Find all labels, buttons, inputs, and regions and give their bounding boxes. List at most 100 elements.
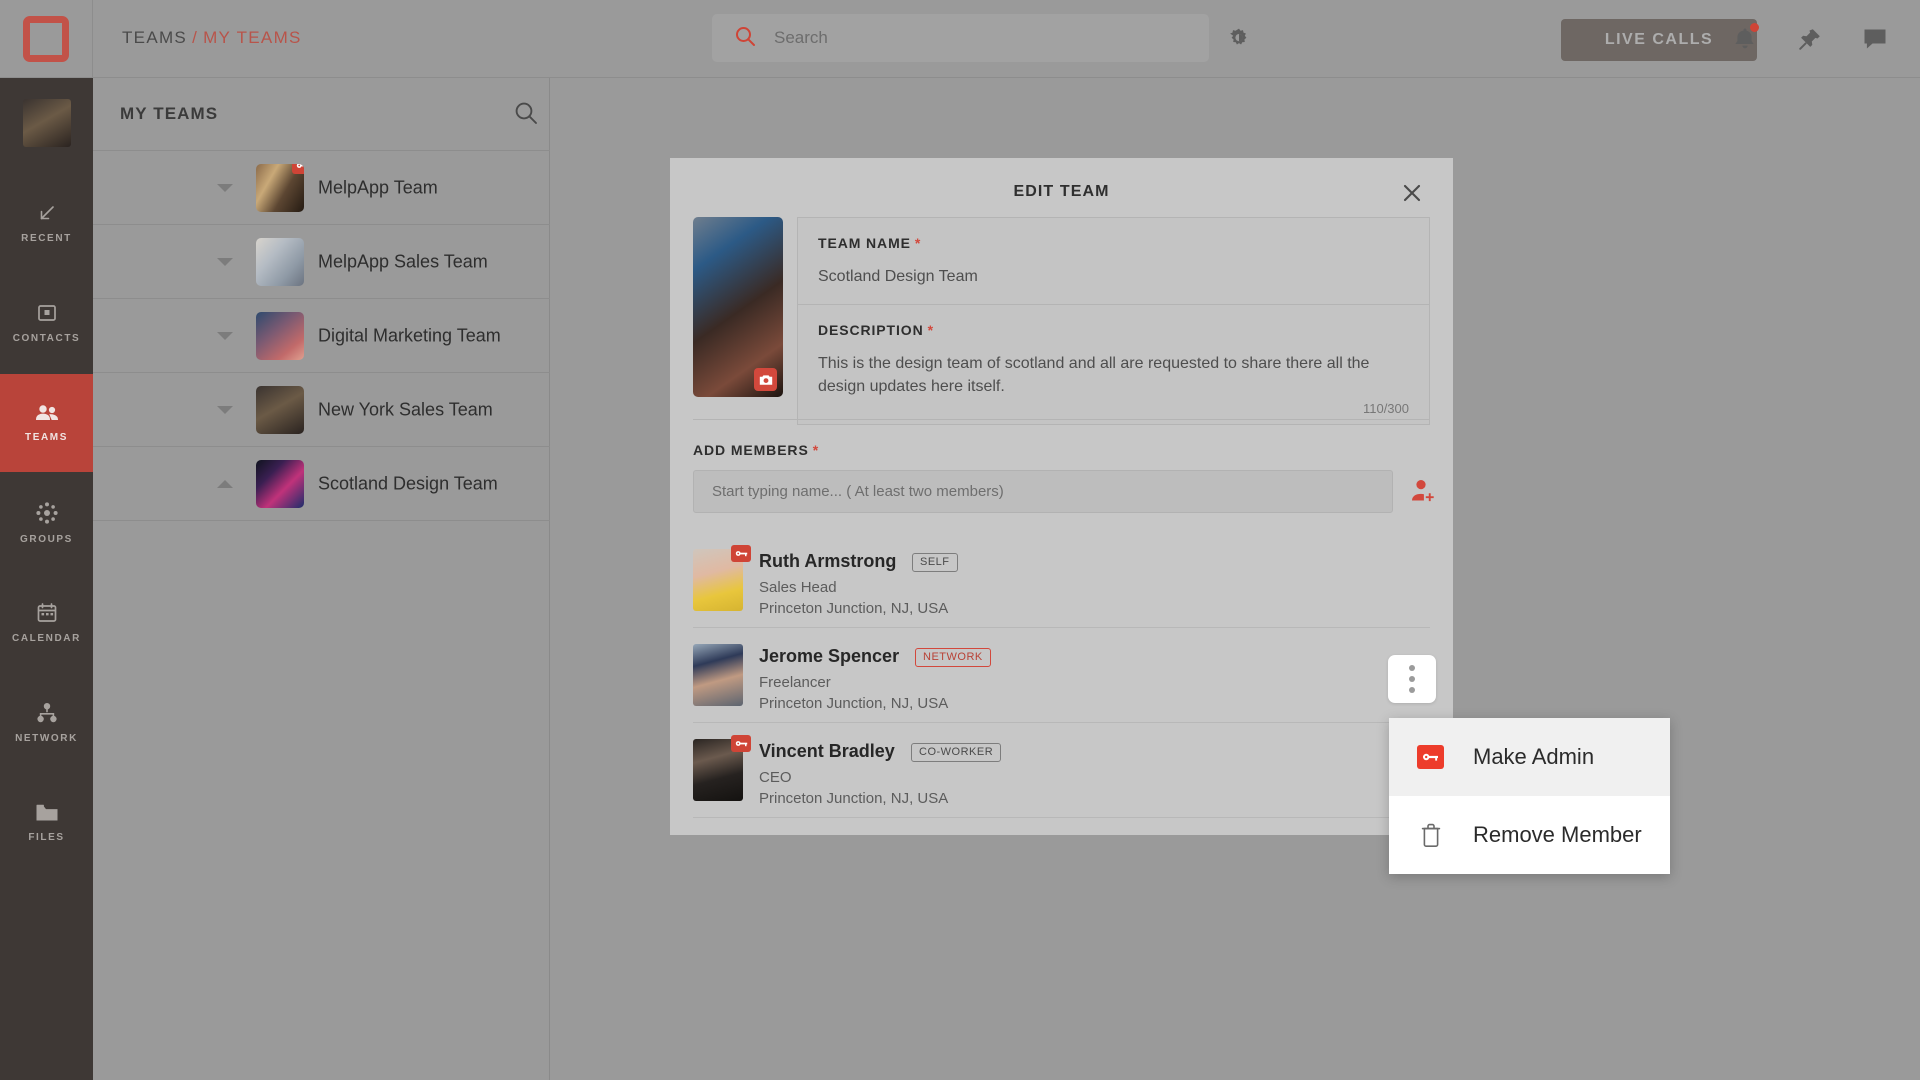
team-name-label: New York Sales Team	[318, 399, 493, 419]
breadcrumb-root[interactable]: TEAMS	[122, 28, 187, 47]
panel-header: MY TEAMS	[93, 78, 615, 151]
application-window: TEAMS/MY TEAMS LIVE CALLS	[0, 0, 1920, 1080]
team-list-item[interactable]: MelpApp Team	[93, 151, 618, 225]
add-person-icon[interactable]	[1408, 476, 1438, 506]
sidebar-item-recent[interactable]: RECENT	[0, 174, 93, 272]
team-name-input[interactable]	[818, 265, 1409, 289]
description-field: DESCRIPTION* 110/300	[798, 304, 1429, 424]
member-row: Vincent Bradley CO-WORKER CEO Princeton Jun…	[693, 723, 1430, 818]
team-thumbnail	[256, 459, 304, 508]
required-asterisk: *	[927, 322, 934, 339]
team-thumbnail	[256, 311, 304, 360]
field-label-text: ADD MEMBERS	[693, 442, 809, 458]
team-name-label: MelpApp Sales Team	[318, 251, 488, 271]
search-icon	[734, 25, 756, 52]
close-icon[interactable]	[1399, 180, 1425, 206]
character-counter: 110/300	[1362, 401, 1409, 417]
top-header-bar: TEAMS /MY TEAMS LIVE CALLS	[0, 0, 1920, 78]
team-list-item[interactable]: Scotland Design Team	[93, 447, 618, 521]
team-name-label: TEAM NAME *	[818, 235, 1409, 251]
team-name-field: TEAM NAME *	[798, 218, 1429, 304]
search-input[interactable]	[774, 14, 1209, 62]
app-logo-square-icon	[23, 16, 69, 62]
app-logo[interactable]	[0, 0, 93, 78]
chevron-down-icon[interactable]	[217, 257, 233, 266]
add-members-label: ADD MEMBERS *	[693, 442, 819, 458]
pin-icon[interactable]	[1795, 24, 1825, 54]
breadcrumb-current: MY TEAMS	[203, 28, 302, 47]
team-list-item[interactable]: MelpApp Sales Team	[93, 225, 618, 299]
chevron-down-icon[interactable]	[217, 183, 233, 192]
member-role: CEO	[759, 769, 792, 786]
sidebar-item-contacts[interactable]: CONTACTS	[0, 274, 93, 372]
admin-key-icon	[731, 735, 751, 752]
menu-item-remove-member[interactable]: Remove Member	[1389, 796, 1670, 874]
chevron-down-icon[interactable]	[217, 331, 233, 340]
my-teams-panel: MY TEAMS MelpApp Team MelpApp Sales Team D…	[93, 78, 618, 1080]
avatar	[693, 644, 743, 706]
team-name-label: Digital Marketing Team	[318, 325, 501, 345]
chevron-down-icon[interactable]	[217, 405, 233, 414]
description-textarea[interactable]	[818, 352, 1409, 409]
member-row: Ruth Armstrong SELF Sales Head Princeton Ju…	[693, 533, 1430, 628]
status-badge: NETWORK	[915, 648, 991, 667]
member-row: Jerome Spencer NETWORK Freelancer Princeton…	[693, 628, 1430, 723]
team-list-item[interactable]: New York Sales Team	[93, 373, 618, 447]
chat-bubble-icon[interactable]	[1860, 24, 1890, 54]
team-fields: TEAM NAME* DESCRIPTION* 110/300	[797, 217, 1430, 426]
search-icon[interactable]	[513, 100, 539, 131]
sidebar-item-label: TEAMS	[25, 432, 68, 443]
required-asterisk: *	[812, 442, 820, 458]
sidebar-item-label: CONTACTS	[12, 333, 81, 344]
admin-key-icon	[292, 163, 304, 174]
sidebar-item-teams[interactable]: TEAMS	[0, 374, 93, 472]
gear-icon[interactable]	[1225, 25, 1253, 53]
menu-item-make-admin[interactable]: Make Admin	[1389, 718, 1670, 796]
sidebar-item-files[interactable]: FILES	[0, 774, 93, 872]
member-context-menu: Make Admin Remove Member	[1389, 718, 1670, 874]
menu-item-label: Make Admin	[1473, 744, 1595, 769]
team-name-label: MelpApp Team	[318, 177, 438, 197]
kebab-dot	[1409, 665, 1415, 671]
sidebar-item-network[interactable]: NETWORK	[0, 674, 93, 772]
notifications-bell-icon[interactable]	[1730, 23, 1760, 54]
status-badge: CO-WORKER	[911, 743, 1002, 762]
left-nav-rail: RECENT CONTACTS TEAMS GROUPS CALENDAR NE…	[0, 78, 93, 1080]
breadcrumb-separator: /	[192, 28, 199, 47]
description-label: DESCRIPTION *	[818, 322, 1409, 338]
breadcrumb: TEAMS / MY TEAMS	[122, 28, 302, 48]
modal-title: EDIT TEAM	[1013, 183, 1110, 200]
kebab-dot	[1409, 687, 1415, 693]
camera-icon[interactable]	[754, 368, 777, 391]
user-avatar[interactable]	[23, 99, 71, 147]
team-cover-photo[interactable]	[693, 217, 783, 397]
kebab-menu-icon[interactable]	[1388, 655, 1436, 703]
field-label-text: TEAM NAME	[818, 235, 911, 251]
sidebar-item-label: RECENT	[21, 233, 72, 244]
kebab-dot	[1409, 676, 1415, 682]
sidebar-item-label: NETWORK	[15, 733, 78, 744]
live-calls-button[interactable]: LIVE CALLS	[1561, 19, 1757, 61]
sidebar-item-label: FILES	[28, 832, 65, 843]
sidebar-item-groups[interactable]: GROUPS	[0, 474, 93, 572]
chevron-up-icon[interactable]	[217, 479, 233, 488]
member-name: Jerome Spencer	[759, 646, 900, 666]
add-members-input[interactable]	[693, 470, 1393, 513]
global-search[interactable]	[712, 14, 1209, 62]
sidebar-item-label: CALENDAR	[12, 633, 81, 644]
sidebar-item-calendar[interactable]: CALENDAR	[0, 574, 93, 672]
team-name-label: Scotland Design Team	[318, 473, 498, 493]
key-icon	[1415, 745, 1446, 769]
member-role: Freelancer	[759, 674, 831, 691]
required-asterisk: *	[914, 235, 922, 251]
team-thumbnail	[256, 237, 304, 286]
member-location: Princeton Junction, NJ, USA	[759, 790, 949, 807]
menu-item-label: Remove Member	[1473, 822, 1642, 847]
section-divider	[693, 419, 1430, 420]
member-location: Princeton Junction, NJ, USA	[759, 600, 949, 617]
team-thumbnail	[256, 385, 304, 434]
trash-icon	[1415, 823, 1446, 847]
page-title: MY TEAMS	[120, 104, 219, 123]
member-role: Sales Head	[759, 579, 837, 596]
team-list-item[interactable]: Digital Marketing Team	[93, 299, 618, 373]
